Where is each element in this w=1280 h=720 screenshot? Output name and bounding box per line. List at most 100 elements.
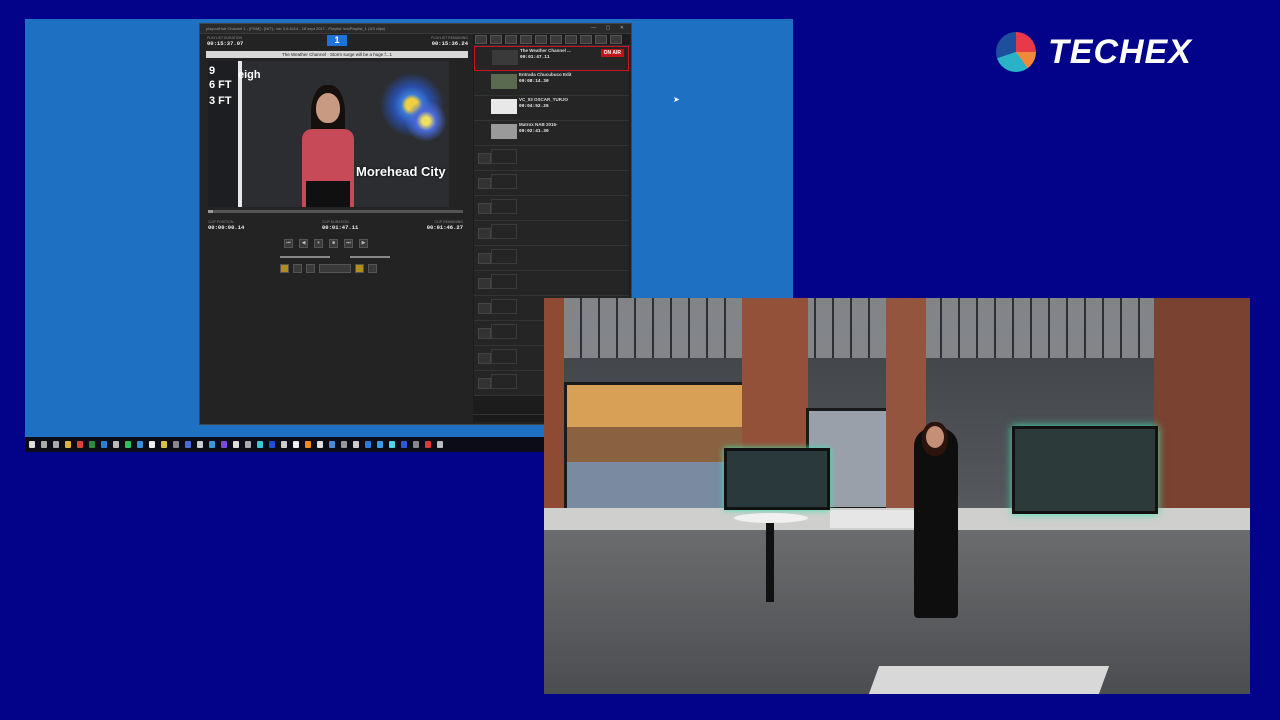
playlist-toolbar — [473, 34, 630, 46]
app-icon[interactable] — [113, 441, 119, 448]
search-icon[interactable] — [41, 441, 47, 448]
task-view-icon[interactable] — [53, 441, 59, 448]
app-icon[interactable] — [221, 441, 227, 448]
app-icon[interactable] — [269, 441, 275, 448]
app-icon[interactable] — [365, 441, 371, 448]
app-icon[interactable] — [197, 441, 203, 448]
app-icon[interactable] — [341, 441, 347, 448]
window-controls[interactable]: — ▢ ✕ — [591, 24, 628, 33]
empty-playlist-slot[interactable] — [474, 246, 629, 271]
cue-button[interactable] — [478, 153, 491, 164]
empty-playlist-slot[interactable] — [474, 146, 629, 171]
settings-icon[interactable] — [565, 35, 577, 44]
cue-button[interactable] — [478, 303, 491, 314]
app-icon[interactable] — [281, 441, 287, 448]
clip-thumbnail — [491, 99, 517, 114]
app-icon[interactable] — [413, 441, 419, 448]
live-input-button[interactable] — [319, 264, 351, 273]
taskbar — [25, 437, 545, 452]
playlist-duration: 00:15:37.07 — [207, 40, 244, 47]
app-icon[interactable] — [389, 441, 395, 448]
app-icon[interactable] — [317, 441, 323, 448]
clip-remaining: 00:01:46.27 — [426, 224, 463, 231]
previous-icon[interactable]: ⏮ — [284, 239, 293, 248]
grid-icon[interactable] — [280, 264, 289, 273]
empty-playlist-slot[interactable] — [474, 221, 629, 246]
record-icon[interactable] — [355, 264, 364, 273]
empty-thumbnail — [491, 274, 517, 289]
speed-slider[interactable] — [350, 256, 390, 258]
app-icon[interactable] — [137, 441, 143, 448]
app-icon[interactable] — [233, 441, 239, 448]
film-icon[interactable] — [490, 35, 502, 44]
windows-start-icon[interactable] — [29, 441, 35, 448]
settings-icon[interactable] — [306, 264, 315, 273]
logo-text: TECHEX — [1048, 32, 1192, 71]
chrome-icon[interactable] — [77, 441, 83, 448]
cue-button[interactable] — [478, 203, 491, 214]
app-icon[interactable] — [437, 441, 443, 448]
cue-button[interactable] — [478, 178, 491, 189]
app-icon[interactable] — [245, 441, 251, 448]
playlist-item[interactable]: VC_03 OSCAR_TURJO 00:04:52.26 — [474, 96, 629, 121]
rewind-icon[interactable]: ◀ — [299, 239, 308, 248]
clip-name: VC_03 OSCAR_TURJO — [519, 97, 569, 102]
app-icon[interactable] — [185, 441, 191, 448]
current-clip-title: The Weather Channel · Storm surge will b… — [206, 51, 468, 58]
playlist-item[interactable]: Matrox NAB 2016- 00:02:41.30 — [474, 121, 629, 146]
app-icon[interactable] — [209, 441, 215, 448]
channel-number-badge[interactable]: 1 — [327, 35, 347, 46]
empty-playlist-slot[interactable] — [474, 196, 629, 221]
film-icon[interactable] — [535, 35, 547, 44]
next-icon[interactable]: ⏭ — [344, 239, 353, 248]
excel-icon[interactable] — [89, 441, 95, 448]
misc-icon[interactable] — [368, 264, 377, 273]
vlc-icon[interactable] — [305, 441, 311, 448]
spotify-icon[interactable] — [125, 441, 131, 448]
app-icon[interactable] — [293, 441, 299, 448]
clip-seek-bar[interactable] — [208, 210, 463, 213]
film-icon[interactable] — [520, 35, 532, 44]
app-icon[interactable] — [353, 441, 359, 448]
film-icon[interactable] — [505, 35, 517, 44]
window-titlebar: playoutHub Channel 1 - [PGM] - [NIT] - v… — [200, 24, 631, 34]
app-icon[interactable] — [257, 441, 263, 448]
app-icon[interactable] — [173, 441, 179, 448]
menu-icon[interactable] — [610, 35, 622, 44]
cue-button[interactable] — [478, 253, 491, 264]
cue-button[interactable] — [478, 353, 491, 364]
seek-bar-track — [208, 210, 214, 213]
playlist-item[interactable]: Entrada Chucubuco Edit 00:08:14.30 — [474, 71, 629, 96]
playlist-item[interactable]: The Weather Channel ... 00:01:47.11 ON A… — [474, 46, 629, 71]
empty-thumbnail — [491, 299, 517, 314]
empty-playlist-slot[interactable] — [474, 271, 629, 296]
cue-button[interactable] — [478, 228, 491, 239]
app-icon[interactable] — [425, 441, 431, 448]
cue-button[interactable] — [478, 378, 491, 389]
loop-icon[interactable] — [293, 264, 302, 273]
studio-monitor — [1012, 426, 1158, 514]
file-explorer-icon[interactable] — [65, 441, 71, 448]
window-title: playoutHub Channel 1 - [PGM] - [NIT] - v… — [206, 26, 386, 31]
cue-button[interactable] — [478, 328, 491, 339]
pause-icon[interactable]: ⏸ — [314, 239, 323, 248]
reporter-skirt — [306, 181, 350, 207]
app-icon[interactable] — [401, 441, 407, 448]
app-icon[interactable] — [161, 441, 167, 448]
app-icon[interactable] — [149, 441, 155, 448]
player-panel: PLAYLIST DURATION 00:15:37.07 1 PLAYLIST… — [204, 34, 470, 422]
skip-icon[interactable]: ▶ — [359, 239, 368, 248]
app-icon[interactable] — [329, 441, 335, 448]
studio-table-stand — [766, 518, 774, 602]
studio-floor-light — [868, 666, 1110, 694]
add-clip-icon[interactable] — [475, 35, 487, 44]
upload-icon[interactable] — [595, 35, 607, 44]
empty-playlist-slot[interactable] — [474, 171, 629, 196]
app-icon[interactable] — [377, 441, 383, 448]
folder-icon[interactable] — [580, 35, 592, 44]
stop-icon[interactable]: ■ — [329, 239, 338, 248]
cue-button[interactable] — [478, 278, 491, 289]
app-icon[interactable] — [101, 441, 107, 448]
record-icon[interactable] — [550, 35, 562, 44]
volume-slider[interactable] — [280, 256, 330, 258]
